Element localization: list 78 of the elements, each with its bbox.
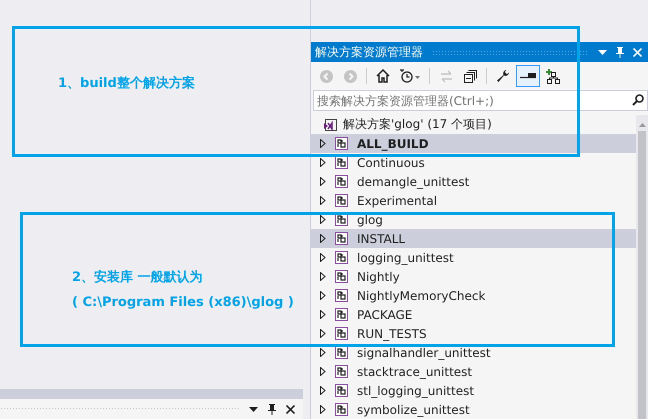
project-icon [335, 194, 348, 207]
project-name: demangle_unittest [357, 174, 470, 188]
project-name: glog [357, 212, 383, 226]
expand-arrow-icon[interactable] [320, 215, 326, 224]
collapse-all-icon [464, 70, 476, 82]
panel-title: 解决方案资源管理器 [315, 44, 423, 60]
node-tree-icon [546, 68, 561, 84]
solution-label[interactable]: 解决方案'glog' (17 个项目) [343, 116, 492, 133]
pin-icon[interactable] [268, 404, 276, 414]
annotation-text: ( C:\Program Files (x86)\glog ) [72, 295, 294, 310]
project-icon [335, 137, 348, 150]
preview-toggle-icon [520, 73, 536, 79]
preview-button[interactable] [516, 65, 540, 87]
project-icon [335, 327, 348, 340]
project-icon [335, 289, 348, 302]
project-icon [335, 251, 348, 264]
dropdown-icon[interactable] [249, 406, 258, 412]
expand-arrow-icon[interactable] [320, 177, 326, 186]
project-name: RUN_TESTS [357, 326, 427, 340]
project-name: Continuous [357, 156, 425, 170]
search-icon [632, 94, 644, 106]
expand-arrow-icon[interactable] [320, 386, 326, 395]
project-icon [335, 156, 348, 169]
project-name: NightlyMemoryCheck [357, 288, 486, 302]
project-name: symbolize_unittest [357, 402, 470, 416]
project-icon [335, 232, 348, 245]
clock-icon [400, 69, 420, 83]
expand-arrow-icon[interactable] [320, 272, 326, 281]
project-name: Experimental [357, 194, 438, 208]
project-icon [335, 308, 348, 321]
annotation-text: 1、build整个解决方案 [58, 74, 195, 92]
back-icon [320, 70, 332, 82]
solution-icon [323, 118, 337, 130]
project-icon [335, 365, 348, 378]
project-name: signalhandler_unittest [357, 346, 491, 360]
project-name: INSTALL [357, 232, 406, 246]
project-row[interactable]: demangle_unittest [311, 172, 636, 191]
home-icon [376, 69, 390, 83]
project-row[interactable]: INSTALL [311, 229, 636, 248]
expand-arrow-icon[interactable] [320, 196, 326, 205]
project-icon [335, 346, 348, 359]
project-name: stacktrace_unittest [357, 364, 472, 378]
sync-arrows-icon [440, 70, 452, 82]
project-row[interactable]: NightlyMemoryCheck [311, 286, 636, 305]
expand-arrow-icon[interactable] [320, 405, 326, 414]
project-row[interactable]: symbolize_unittest [311, 400, 636, 419]
expand-arrow-icon[interactable] [320, 310, 326, 319]
annotation-text: 2、安装库 一般默认为 [72, 268, 203, 286]
project-row[interactable]: ALL_BUILD [311, 134, 636, 153]
search-field[interactable]: 搜索解决方案资源管理器(Ctrl+;) [313, 90, 648, 111]
project-icon [335, 270, 348, 283]
project-name: ALL_BUILD [357, 136, 429, 150]
expand-arrow-icon[interactable] [320, 234, 326, 243]
project-icon [335, 175, 348, 188]
scrollbar[interactable] [636, 115, 648, 419]
project-row[interactable]: logging_unittest [311, 248, 636, 267]
project-name: logging_unittest [357, 250, 454, 264]
expand-arrow-icon[interactable] [320, 291, 326, 300]
wrench-icon [496, 69, 510, 83]
project-name: PACKAGE [357, 308, 412, 322]
expand-arrow-icon[interactable] [320, 329, 326, 338]
project-icon [335, 403, 348, 416]
project-row[interactable]: Experimental [311, 191, 636, 210]
project-row[interactable]: stacktrace_unittest [311, 362, 636, 381]
project-icon [335, 384, 348, 397]
expand-arrow-icon[interactable] [320, 253, 326, 262]
forward-icon [344, 70, 356, 82]
expand-arrow-icon[interactable] [320, 348, 326, 357]
close-icon[interactable] [286, 404, 295, 414]
project-row[interactable]: PACKAGE [311, 305, 636, 324]
expand-arrow-icon[interactable] [320, 367, 326, 376]
project-row[interactable]: Nightly [311, 267, 636, 286]
project-row[interactable]: stl_logging_unittest [311, 381, 636, 400]
project-name: Nightly [357, 270, 400, 284]
expand-arrow-icon[interactable] [320, 158, 326, 167]
project-row[interactable]: RUN_TESTS [311, 324, 636, 343]
expand-arrow-icon[interactable] [320, 139, 326, 148]
project-name: stl_logging_unittest [357, 384, 474, 398]
